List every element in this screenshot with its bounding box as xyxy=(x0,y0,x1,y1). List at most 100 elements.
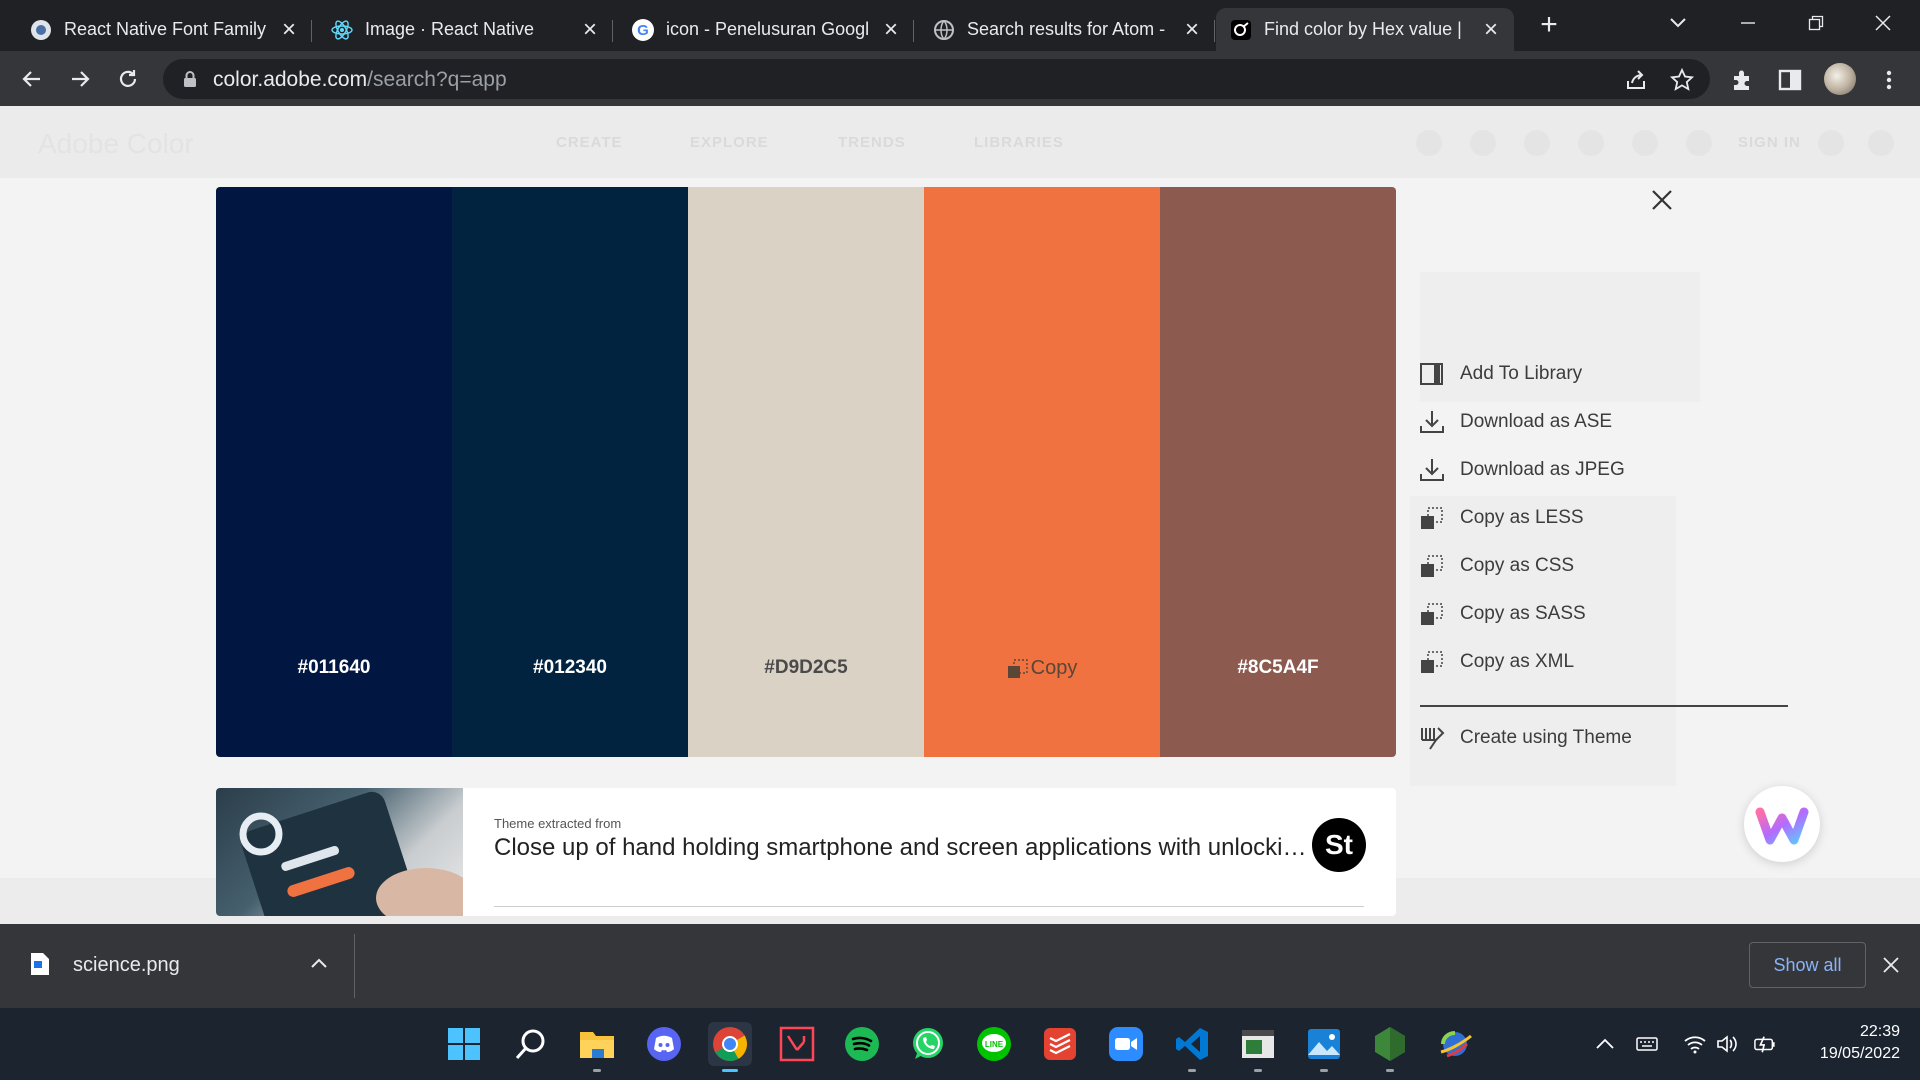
tab-close-icon[interactable]: × xyxy=(1181,17,1203,41)
adobe-stock-badge[interactable]: St xyxy=(1312,818,1366,872)
nav-libraries[interactable]: LIBRARIES xyxy=(974,134,1064,151)
new-tab-button[interactable]: + xyxy=(1534,10,1564,40)
hex-value-label[interactable]: #8C5A4F xyxy=(1160,657,1396,679)
create-using-theme-button[interactable]: Create using Theme xyxy=(1418,714,1632,762)
close-download-bar-button[interactable] xyxy=(1882,952,1900,978)
header-icon[interactable] xyxy=(1686,130,1712,156)
battery-charging-icon[interactable] xyxy=(1754,1034,1776,1054)
chevron-up-icon[interactable] xyxy=(308,952,330,974)
sign-in-link[interactable]: SIGN IN xyxy=(1738,134,1801,151)
show-hidden-icons-chevron-icon[interactable] xyxy=(1594,1034,1616,1054)
valorant-icon xyxy=(779,1026,815,1062)
nav-create[interactable]: CREATE xyxy=(556,134,623,151)
volume-icon[interactable] xyxy=(1716,1034,1738,1054)
close-window-button[interactable] xyxy=(1860,6,1906,40)
tab-image-react-native[interactable]: Image · React Native × xyxy=(317,8,613,51)
taskbar-app-zoom[interactable] xyxy=(1104,1022,1148,1066)
taskbar-app-spotify[interactable] xyxy=(840,1022,884,1066)
forward-button[interactable] xyxy=(62,61,98,97)
url-text[interactable]: color.adobe.com/search?q=app xyxy=(213,68,507,92)
taskbar-app-terminal[interactable] xyxy=(1236,1022,1280,1072)
copy-sass-button[interactable]: Copy as SASS xyxy=(1418,590,1788,638)
minimize-button[interactable] xyxy=(1725,6,1771,40)
taskbar-app-todoist[interactable] xyxy=(1038,1022,1082,1066)
header-icon[interactable] xyxy=(1416,130,1442,156)
download-filename[interactable]: science.png xyxy=(73,954,180,977)
header-icon[interactable] xyxy=(1868,130,1894,156)
modal-close-button[interactable] xyxy=(1648,188,1676,216)
tab-close-icon[interactable]: × xyxy=(1480,17,1502,41)
download-jpeg-button[interactable]: Download as JPEG xyxy=(1418,446,1788,494)
image-file-icon[interactable] xyxy=(30,952,50,976)
taskbar-app-valorant[interactable] xyxy=(775,1022,819,1066)
back-button[interactable] xyxy=(14,61,50,97)
copy-css-button[interactable]: Copy as CSS xyxy=(1418,542,1788,590)
address-bar[interactable]: color.adobe.com/search?q=app xyxy=(163,59,1710,99)
library-icon xyxy=(1420,363,1443,385)
color-swatch[interactable]: #012340 xyxy=(452,187,688,757)
browser-menu-icon[interactable] xyxy=(1876,67,1902,93)
tab-react-native-font-family[interactable]: React Native Font Family × xyxy=(16,8,312,51)
tab-close-icon[interactable]: × xyxy=(579,17,601,41)
copy-xml-button[interactable]: Copy as XML xyxy=(1418,638,1788,686)
action-label: Copy as CSS xyxy=(1460,555,1575,576)
taskbar-app-whatsapp[interactable] xyxy=(906,1022,950,1066)
taskbar-app-chrome[interactable] xyxy=(708,1022,752,1072)
assistant-bubble-button[interactable] xyxy=(1744,786,1820,862)
extensions-icon[interactable] xyxy=(1729,67,1755,93)
taskbar-app-nodejs[interactable] xyxy=(1368,1022,1412,1072)
tab-close-icon[interactable]: × xyxy=(278,17,300,41)
reload-button[interactable] xyxy=(110,61,146,97)
copy-less-button[interactable]: Copy as LESS xyxy=(1418,494,1788,542)
header-icon[interactable] xyxy=(1578,130,1604,156)
bookmark-star-icon[interactable] xyxy=(1669,67,1695,93)
header-icon[interactable] xyxy=(1470,130,1496,156)
add-to-library-button[interactable]: Add To Library xyxy=(1418,350,1788,398)
hex-value-label[interactable]: #D9D2C5 xyxy=(688,657,924,679)
header-icon[interactable] xyxy=(1632,130,1658,156)
tab-search-chevron-icon[interactable] xyxy=(1655,6,1701,40)
color-swatch[interactable]: #011640 xyxy=(216,187,452,757)
header-icon[interactable] xyxy=(1524,130,1550,156)
start-button[interactable] xyxy=(442,1022,486,1066)
download-icon xyxy=(1420,459,1444,481)
tab-google-search[interactable]: G icon - Penelusuran Googl × xyxy=(618,8,914,51)
nav-trends[interactable]: TRENDS xyxy=(838,134,906,151)
source-thumbnail[interactable] xyxy=(216,788,463,916)
show-all-button[interactable]: Show all xyxy=(1749,942,1866,988)
tab-adobe-color[interactable]: Find color by Hex value | × xyxy=(1216,8,1514,51)
keyboard-icon[interactable] xyxy=(1636,1034,1658,1054)
tab-atom-search[interactable]: Search results for Atom - × xyxy=(919,8,1215,51)
tab-close-icon[interactable]: × xyxy=(880,17,902,41)
taskbar-app-vscode[interactable] xyxy=(1170,1022,1214,1072)
source-title[interactable]: Close up of hand holding smartphone and … xyxy=(494,834,1314,862)
profile-avatar[interactable] xyxy=(1824,63,1856,95)
color-swatch[interactable]: #8C5A4F xyxy=(1160,187,1396,757)
taskbar-app-photos[interactable] xyxy=(1302,1022,1346,1072)
tab-title: Find color by Hex value | xyxy=(1264,19,1462,39)
apps-grid-icon[interactable] xyxy=(1818,130,1844,156)
share-icon[interactable] xyxy=(1623,67,1649,93)
taskbar-app-file-explorer[interactable] xyxy=(575,1022,619,1072)
download-ase-button[interactable]: Download as ASE xyxy=(1418,398,1788,446)
source-divider xyxy=(494,906,1364,907)
site-logo[interactable]: Adobe Color xyxy=(38,128,194,160)
restore-button[interactable] xyxy=(1793,6,1839,40)
side-panel-icon[interactable] xyxy=(1777,67,1803,93)
color-swatch-hovered[interactable]: Copy xyxy=(924,187,1160,757)
color-swatch[interactable]: #D9D2C5 xyxy=(688,187,924,757)
hex-value-label[interactable]: #011640 xyxy=(216,657,452,679)
lock-icon[interactable] xyxy=(183,70,197,88)
taskbar-search-button[interactable] xyxy=(509,1022,553,1066)
action-label: Download as ASE xyxy=(1460,411,1613,432)
wifi-icon[interactable] xyxy=(1684,1034,1706,1054)
theme-source-card[interactable]: Theme extracted from Close up of hand ho… xyxy=(216,788,1396,916)
nav-explore[interactable]: EXPLORE xyxy=(690,134,769,151)
taskbar-app-network[interactable] xyxy=(1434,1022,1478,1066)
copy-hex-button[interactable]: Copy xyxy=(924,657,1160,680)
hex-value-label[interactable]: #012340 xyxy=(452,657,688,679)
taskbar-clock[interactable]: 22:39 19/05/2022 xyxy=(1790,1021,1900,1065)
whatsapp-icon xyxy=(913,1028,943,1059)
taskbar-app-discord[interactable] xyxy=(642,1022,686,1066)
taskbar-app-line[interactable]: LINE xyxy=(972,1022,1016,1066)
